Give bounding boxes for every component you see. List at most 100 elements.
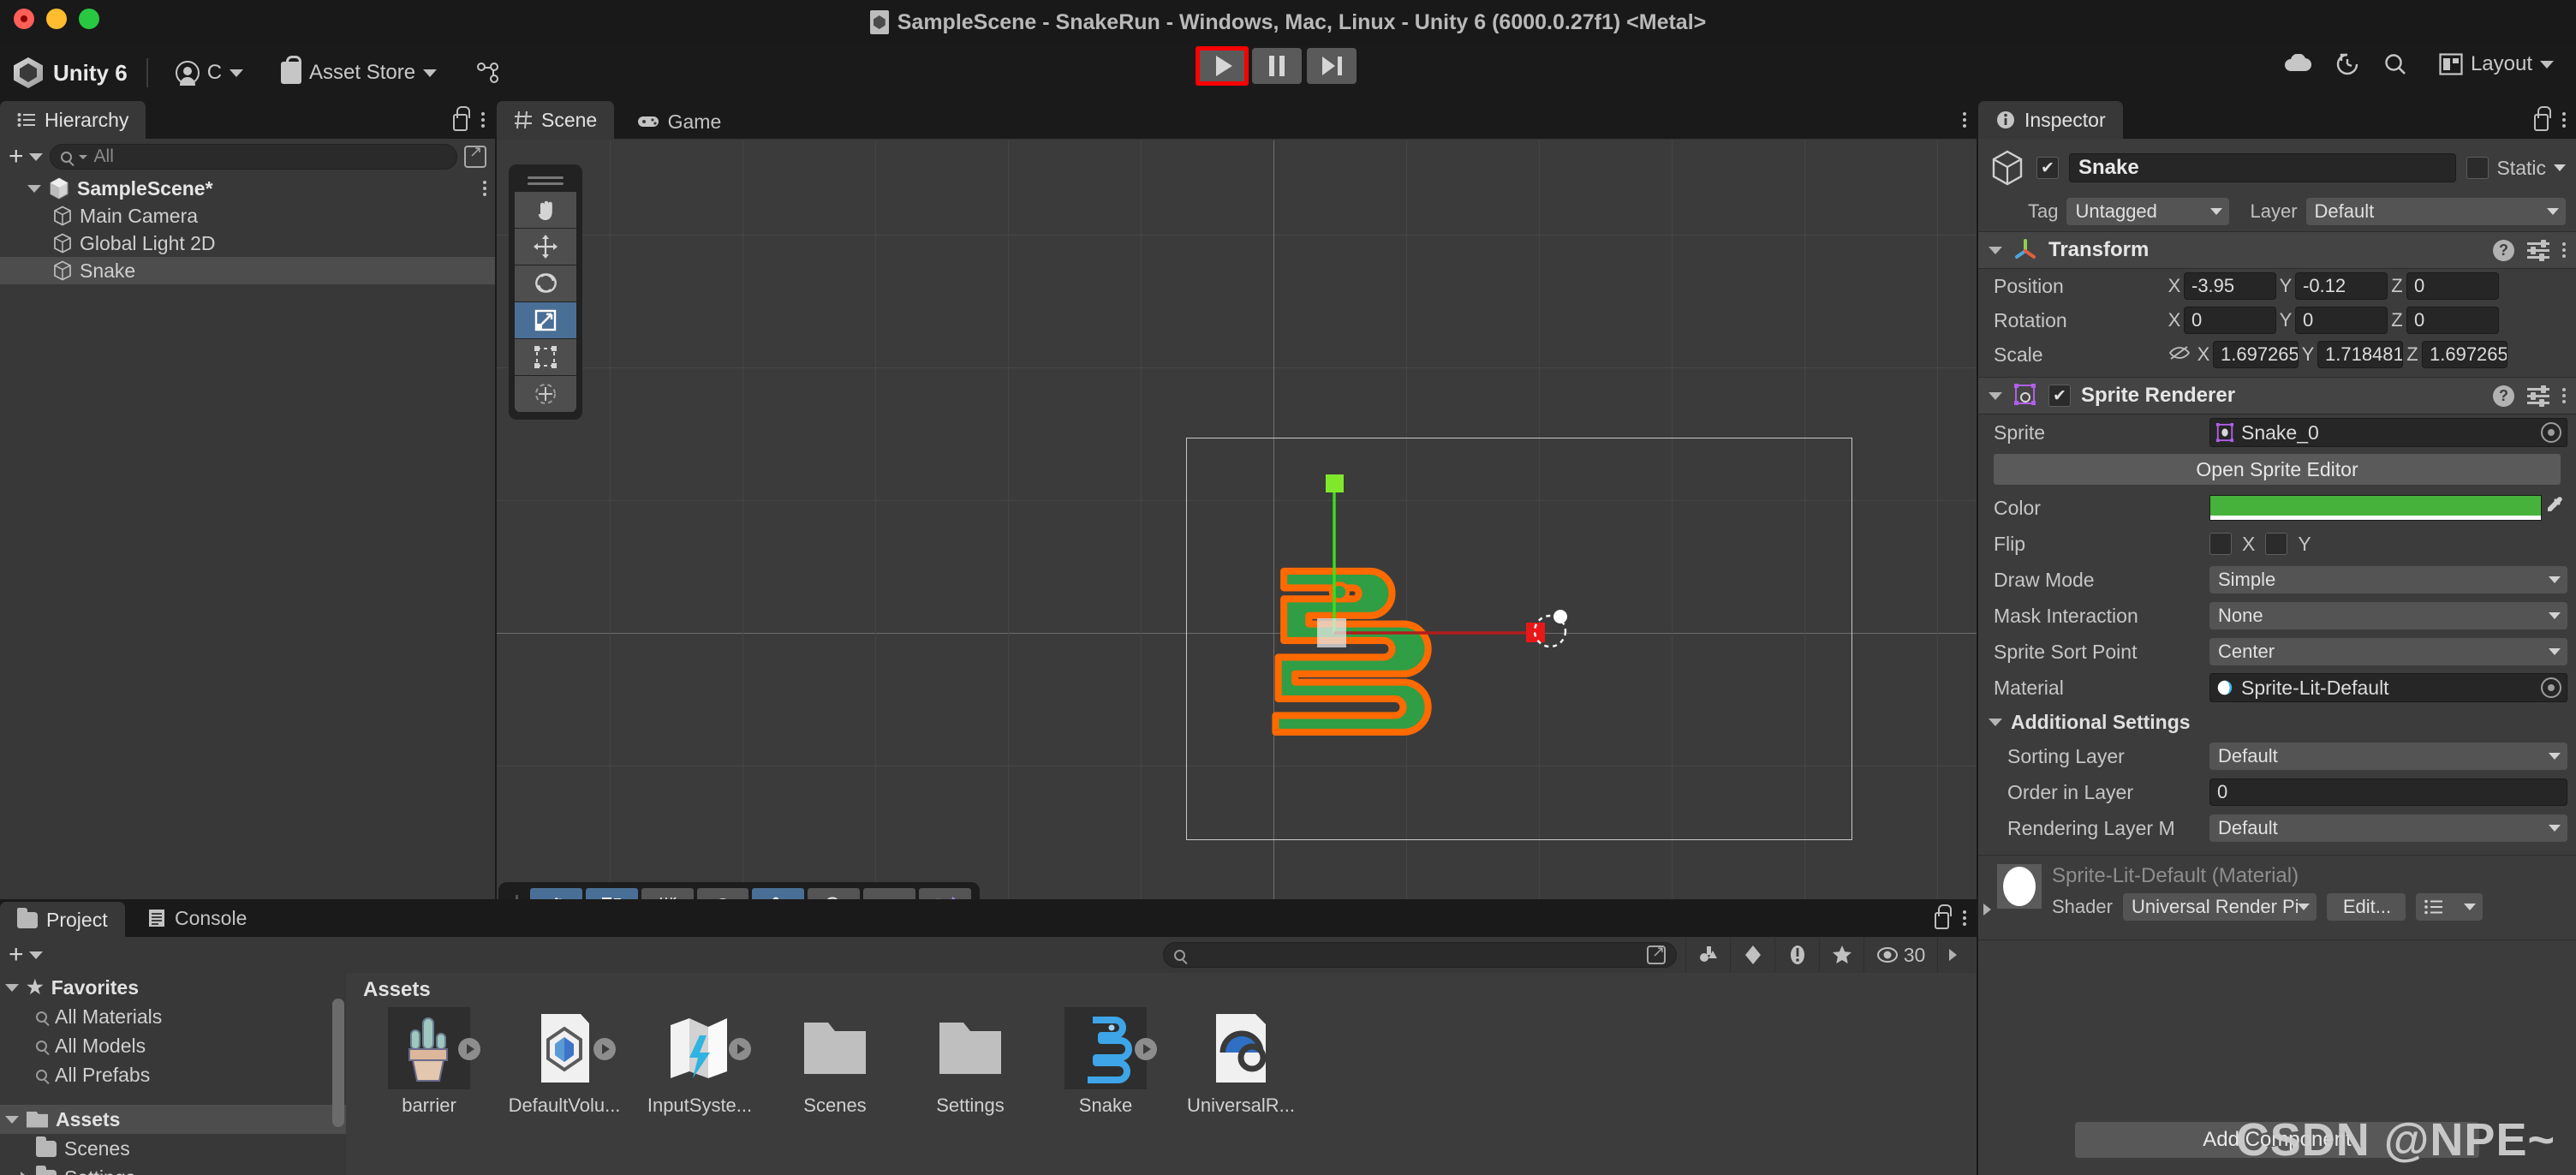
asset-item-barrier[interactable]: barrier	[361, 1007, 497, 1117]
tag-dropdown[interactable]: Untagged	[2066, 198, 2230, 225]
project-tree-item-all-prefabs[interactable]: All Prefabs	[0, 1060, 346, 1089]
rotation-y-input[interactable]: 0	[2295, 307, 2388, 334]
project-search-input[interactable]	[1163, 942, 1677, 968]
account-menu-button[interactable]: C	[167, 57, 252, 89]
rotation-z-input[interactable]: 0	[2406, 307, 2499, 334]
chevron-down-icon[interactable]	[1989, 391, 2002, 400]
sprite-renderer-component-header[interactable]: Sprite Renderer ?	[1978, 377, 2576, 415]
chevron-down-icon[interactable]	[27, 184, 41, 193]
history-icon[interactable]	[2334, 51, 2360, 77]
position-z-input[interactable]: 0	[2406, 272, 2499, 300]
rendering-layer-dropdown[interactable]: Default	[2209, 814, 2567, 842]
filter-favorites-icon[interactable]	[1819, 938, 1863, 972]
project-tree-scrollbar[interactable]	[332, 999, 344, 1127]
layer-dropdown[interactable]: Default	[2305, 198, 2566, 225]
preset-icon[interactable]	[2527, 240, 2549, 261]
chevron-right-icon[interactable]	[21, 1172, 28, 1175]
chevron-down-icon[interactable]	[5, 1115, 19, 1124]
asset-item-settings[interactable]: Settings	[903, 1007, 1038, 1117]
rotate-tool-button[interactable]	[515, 265, 576, 301]
sprite-object-field[interactable]: Snake_0	[2209, 418, 2567, 447]
flip-y-checkbox[interactable]	[2265, 533, 2288, 555]
collab-button[interactable]	[466, 57, 509, 89]
scene-canvas[interactable]	[497, 140, 1977, 899]
eyedropper-icon[interactable]	[2542, 495, 2567, 521]
expand-asset-icon[interactable]	[729, 1038, 751, 1060]
more-options-icon[interactable]	[1963, 910, 1966, 926]
lock-icon[interactable]	[2534, 105, 2551, 131]
hierarchy-item-samplescene[interactable]: SampleScene*	[0, 175, 495, 202]
project-tree-item-assets[interactable]: Assets	[0, 1105, 346, 1134]
object-name-input[interactable]: Snake	[2069, 153, 2457, 182]
tab-scene[interactable]: Scene	[497, 101, 615, 139]
pause-button[interactable]	[1252, 48, 1302, 84]
chevron-right-icon[interactable]	[1983, 904, 1991, 916]
tab-hierarchy[interactable]: Hierarchy	[0, 101, 146, 139]
rotation-x-input[interactable]: 0	[2184, 307, 2276, 334]
project-tree-item-favorites[interactable]: ★ Favorites	[0, 973, 346, 1002]
tab-project[interactable]: Project	[0, 901, 125, 939]
more-options-icon[interactable]	[2562, 112, 2566, 128]
mask-interaction-dropdown[interactable]: None	[2209, 602, 2567, 629]
scale-tool-button[interactable]	[515, 302, 576, 338]
asset-item-scenes[interactable]: Scenes	[767, 1007, 903, 1117]
asset-item-defaultvolumeprofile[interactable]: DefaultVolu...	[497, 1007, 632, 1117]
asset-picker-icon[interactable]	[1647, 943, 1666, 964]
color-swatch-field[interactable]	[2209, 495, 2542, 521]
shader-menu-button[interactable]	[2415, 893, 2483, 921]
order-in-layer-input[interactable]: 0	[2209, 778, 2567, 806]
sorting-layer-dropdown[interactable]: Default	[2209, 743, 2567, 770]
hierarchy-item-global-light-2d[interactable]: Global Light 2D	[0, 230, 495, 257]
more-options-icon[interactable]	[2562, 242, 2566, 258]
preset-icon[interactable]	[2527, 385, 2549, 407]
project-tree-item-settings[interactable]: Settings	[0, 1163, 346, 1175]
more-options-icon[interactable]	[483, 181, 486, 196]
object-picker-icon[interactable]	[2541, 422, 2561, 443]
flip-x-checkbox[interactable]	[2209, 533, 2232, 555]
step-button[interactable]	[1307, 48, 1357, 84]
create-object-button[interactable]: +	[9, 144, 43, 170]
object-picker-icon[interactable]	[2541, 677, 2561, 698]
position-y-input[interactable]: -0.12	[2295, 272, 2388, 300]
transform-tool-button[interactable]	[515, 376, 576, 412]
help-icon[interactable]: ?	[2493, 239, 2514, 261]
asset-item-inputsystem[interactable]: InputSyste...	[632, 1007, 767, 1117]
search-icon[interactable]	[2382, 51, 2408, 77]
expand-asset-icon[interactable]	[1135, 1038, 1157, 1060]
open-sprite-editor-button[interactable]: Open Sprite Editor	[1994, 454, 2561, 485]
scale-y-input[interactable]: 1.718481	[2317, 341, 2403, 368]
project-tree-item-all-models[interactable]: All Models	[0, 1031, 346, 1060]
project-overflow-icon[interactable]	[1937, 938, 1968, 972]
asset-item-snake[interactable]: Snake	[1038, 1007, 1173, 1117]
lock-icon[interactable]	[1935, 904, 1952, 929]
more-options-icon[interactable]	[481, 112, 485, 128]
layout-menu-button[interactable]: Layout	[2430, 48, 2562, 81]
filter-by-label-icon[interactable]	[1730, 938, 1774, 972]
hierarchy-item-snake[interactable]: Snake	[0, 257, 495, 284]
cloud-icon[interactable]	[2283, 54, 2312, 75]
more-options-icon[interactable]	[1963, 112, 1966, 128]
position-x-input[interactable]: -3.95	[2184, 272, 2276, 300]
play-button[interactable]	[1197, 48, 1247, 84]
scale-z-input[interactable]: 1.697265	[2422, 341, 2507, 368]
create-asset-button[interactable]: +	[9, 942, 43, 968]
scale-x-input[interactable]: 1.697265	[2213, 341, 2299, 368]
hierarchy-item-main-camera[interactable]: Main Camera	[0, 202, 495, 230]
static-toggle[interactable]: Static	[2466, 157, 2566, 180]
expand-asset-icon[interactable]	[593, 1038, 616, 1060]
visible-items-counter[interactable]: 30	[1863, 938, 1937, 972]
scene-picker-icon[interactable]	[464, 143, 486, 168]
asset-item-universalrenderpipeline[interactable]: UniversalR...	[1173, 1007, 1309, 1117]
snake-sprite[interactable]	[1208, 457, 1636, 817]
help-icon[interactable]: ?	[2493, 385, 2514, 407]
expand-asset-icon[interactable]	[458, 1038, 480, 1060]
object-enabled-checkbox[interactable]	[2036, 157, 2059, 179]
asset-store-button[interactable]: Asset Store	[272, 56, 445, 89]
move-tool-button[interactable]	[515, 229, 576, 265]
shader-dropdown[interactable]: Universal Render Pipeli	[2122, 893, 2317, 921]
overlay-drag-handle[interactable]	[528, 176, 564, 179]
overlay-drag-handle[interactable]	[528, 182, 564, 185]
static-checkbox[interactable]	[2466, 157, 2490, 179]
tab-console[interactable]: Console	[130, 899, 264, 937]
chevron-down-icon[interactable]	[1989, 246, 2002, 254]
